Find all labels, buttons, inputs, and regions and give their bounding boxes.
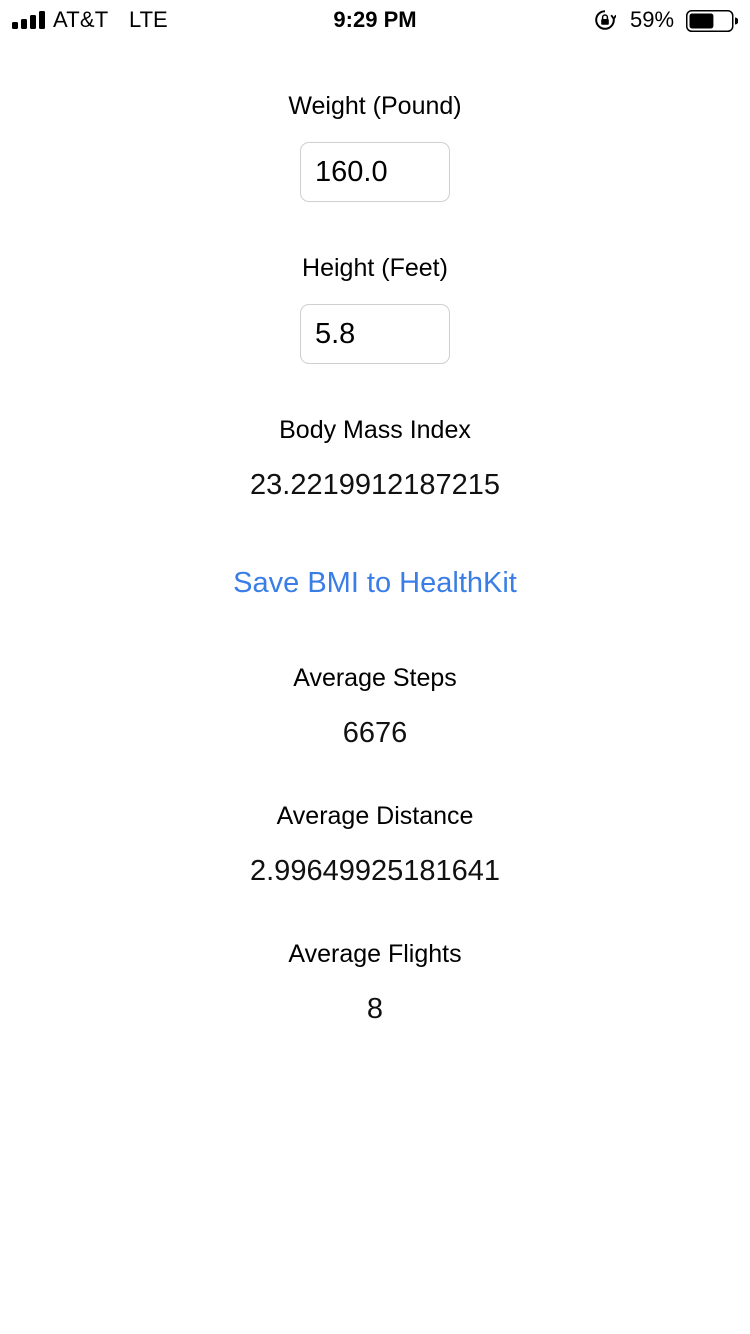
status-bar: AT&T LTE 9:29 PM 59%: [0, 0, 750, 40]
battery-icon: [686, 10, 738, 32]
height-label: Height (Feet): [302, 254, 448, 282]
battery-percentage: 59%: [630, 7, 675, 32]
average-steps-label: Average Steps: [293, 664, 457, 692]
weight-input[interactable]: [300, 142, 450, 202]
average-distance-label: Average Distance: [276, 802, 474, 830]
average-distance-value: 2.99649925181641: [250, 855, 500, 887]
height-input[interactable]: [300, 304, 450, 364]
save-bmi-button[interactable]: Save BMI to HealthKit: [0, 565, 750, 601]
average-steps-value: 6676: [342, 717, 408, 749]
rotation-lock-icon: [595, 10, 616, 30]
average-flights-value: 8: [366, 993, 384, 1025]
bmi-label: Body Mass Index: [279, 416, 471, 444]
average-flights-label: Average Flights: [288, 940, 462, 968]
bmi-value: 23.2219912187215: [250, 469, 500, 501]
weight-label: Weight (Pound): [288, 92, 462, 120]
